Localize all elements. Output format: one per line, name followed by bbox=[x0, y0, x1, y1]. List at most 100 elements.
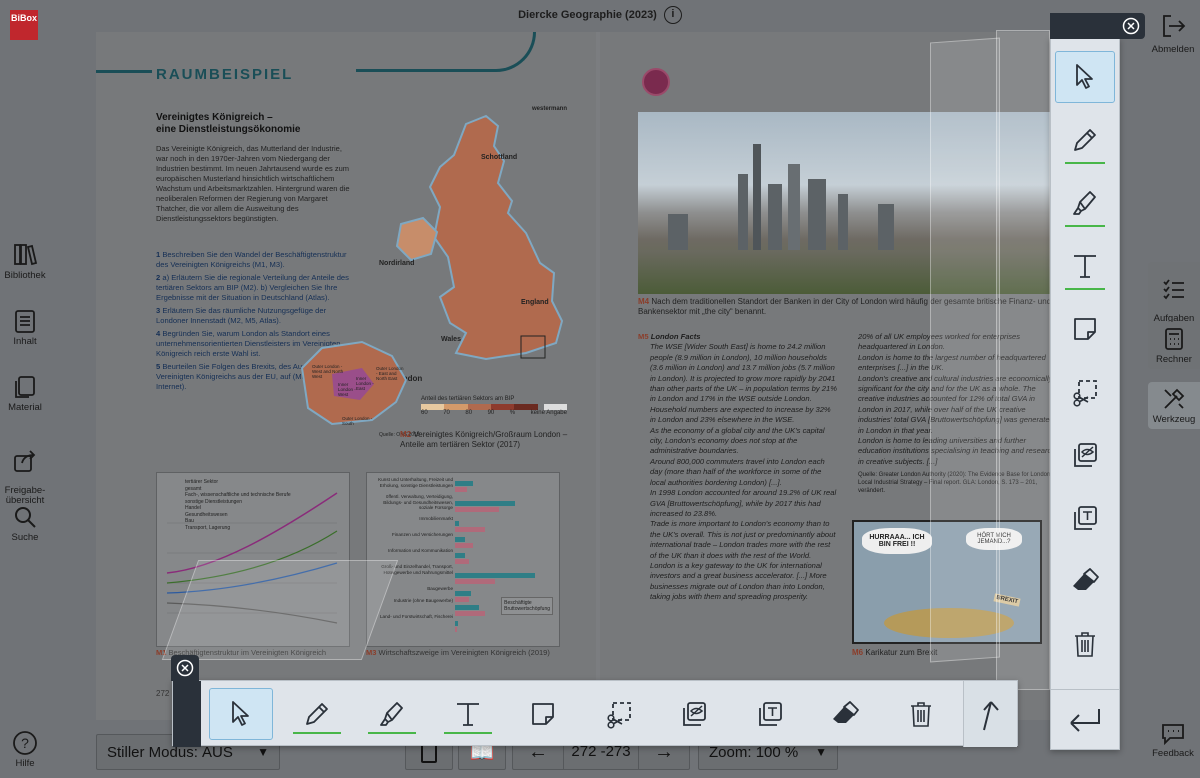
trash-icon bbox=[1075, 632, 1095, 657]
nav-share[interactable]: Freigabe- übersicht bbox=[0, 438, 50, 506]
close-icon bbox=[176, 659, 194, 677]
calculator-button[interactable]: Rechner bbox=[1148, 322, 1200, 369]
nav-contents[interactable]: Inhalt bbox=[0, 308, 50, 347]
tool-select-button[interactable] bbox=[1055, 51, 1115, 103]
tool-note-button[interactable] bbox=[1055, 303, 1115, 355]
tool-delete-button[interactable] bbox=[889, 688, 953, 740]
close-toolbar-button[interactable] bbox=[1117, 13, 1145, 39]
task-item: 2 a) Erläutern Sie die regionale Verteil… bbox=[156, 273, 352, 303]
map-legend: Anteil des tertiären Sektors am BIP 60 7… bbox=[421, 396, 567, 416]
svg-text:?: ? bbox=[21, 735, 29, 751]
sticky-note-icon bbox=[532, 703, 554, 725]
london-label-south: Outer London - South bbox=[342, 416, 373, 426]
m6-label: M6 bbox=[852, 648, 864, 657]
london-facts-heading: M5 London Facts bbox=[638, 332, 838, 342]
legend-entry: Transport, Lagerung bbox=[185, 524, 231, 531]
tool-delete-button[interactable] bbox=[1055, 618, 1115, 670]
tool-eraser-button[interactable] bbox=[813, 688, 877, 740]
m2-label: M2 bbox=[400, 430, 412, 439]
task-number: 5 bbox=[156, 362, 161, 371]
heading-line-1: Vereinigtes Königreich – bbox=[156, 112, 273, 123]
cursor-icon bbox=[1076, 64, 1093, 89]
dock-toolbar-return-button[interactable] bbox=[1051, 689, 1119, 749]
highlighter-icon bbox=[1073, 191, 1096, 215]
map-legend-title: Anteil des tertiären Sektors am BIP bbox=[421, 396, 515, 402]
media-link-icon[interactable] bbox=[642, 68, 670, 96]
tool-pen-button[interactable] bbox=[1055, 114, 1115, 166]
tool-cut-button[interactable] bbox=[587, 688, 651, 740]
logout-icon bbox=[1163, 15, 1186, 37]
tool-highlighter-button[interactable] bbox=[1055, 177, 1115, 229]
calculator-icon bbox=[1165, 328, 1183, 350]
toolbar-drag-ghost bbox=[996, 30, 1050, 690]
info-icon[interactable]: i bbox=[663, 6, 682, 24]
tool-cut-button[interactable] bbox=[1055, 366, 1115, 418]
tools-button[interactable]: Werkzeug bbox=[1148, 382, 1200, 429]
calculator-label: Rechner bbox=[1156, 354, 1192, 365]
nav-material[interactable]: Material bbox=[0, 374, 50, 413]
hide-area-icon bbox=[683, 702, 706, 726]
drag-handle[interactable] bbox=[1050, 13, 1118, 39]
task-text: Beschreiben Sie den Wandel der Beschäfti… bbox=[156, 250, 347, 269]
header-line bbox=[96, 70, 152, 73]
color-indicator bbox=[292, 732, 341, 734]
feedback-icon bbox=[1162, 724, 1184, 746]
task-number: 2 bbox=[156, 273, 161, 282]
article-heading: Vereinigtes Königreich – eine Dienstleis… bbox=[156, 112, 300, 136]
tool-mask-button[interactable] bbox=[662, 688, 726, 740]
sticky-note-icon bbox=[1074, 318, 1096, 340]
highlighter-icon bbox=[380, 702, 403, 726]
nav-search-label: Suche bbox=[11, 532, 39, 543]
close-toolbar-button[interactable] bbox=[171, 655, 199, 681]
m5-title: London Facts bbox=[650, 332, 701, 341]
fact-item: In 1998 London accounted for around 19.2… bbox=[650, 488, 837, 518]
chevron-down-icon: ▼ bbox=[815, 745, 827, 759]
m3-legend: Beschäftigte Bruttowertschöpfung bbox=[501, 597, 553, 615]
m3-caption-text: Wirtschaftszweige im Vereinigten Königre… bbox=[378, 648, 550, 657]
dock-toolbar-button[interactable] bbox=[963, 681, 1017, 747]
m2-caption: M2 Vereinigtes Königreich/Großraum Londo… bbox=[400, 430, 570, 450]
logout-button[interactable]: Abmelden bbox=[1148, 12, 1198, 55]
tool-note-button[interactable] bbox=[511, 688, 575, 740]
legend-value: 90 bbox=[487, 410, 495, 416]
nav-help[interactable]: ? Hilfe bbox=[0, 730, 50, 769]
legend-value: 80 bbox=[465, 410, 473, 416]
tools-label: Werkzeug bbox=[1152, 414, 1196, 425]
feedback-button[interactable]: Feedback bbox=[1148, 722, 1198, 759]
color-indicator bbox=[1065, 225, 1105, 227]
task-text: Erläutern Sie das räumliche Nutzungsgefü… bbox=[156, 306, 327, 325]
nav-contents-label: Inhalt bbox=[13, 336, 37, 347]
tool-pen-button[interactable] bbox=[285, 688, 349, 740]
logout-label: Abmelden bbox=[1151, 44, 1195, 55]
london-label-east: Outer London - East and North East bbox=[376, 366, 404, 381]
m4-label: M4 bbox=[638, 297, 650, 306]
nav-search[interactable]: Suche bbox=[0, 504, 50, 543]
trash-icon bbox=[910, 702, 931, 727]
tool-text-button[interactable] bbox=[436, 688, 500, 740]
pen-icon bbox=[305, 703, 328, 725]
task-text: a) Erläutern Sie die regionale Verteilun… bbox=[156, 273, 349, 302]
legend-value: 70 bbox=[443, 410, 450, 416]
tool-text-button[interactable] bbox=[1055, 240, 1115, 292]
tool-highlighter-button[interactable] bbox=[360, 688, 424, 740]
tool-textbox-button[interactable] bbox=[1055, 492, 1115, 544]
chevron-down-icon: ▼ bbox=[257, 745, 269, 759]
color-indicator bbox=[1065, 288, 1105, 290]
intro-text: Das Vereinigte Königreich, das Mutterlan… bbox=[156, 144, 350, 223]
scissors-icon bbox=[606, 702, 631, 729]
map-label-wales: Wales bbox=[441, 336, 461, 343]
heading-line-2: eine Dienstleistungsökonomie bbox=[156, 124, 301, 135]
text-icon bbox=[1074, 255, 1096, 278]
task-list-icon bbox=[1163, 279, 1184, 300]
tool-textbox-button[interactable] bbox=[738, 688, 802, 740]
material-icon bbox=[15, 376, 35, 398]
tool-select-button[interactable] bbox=[209, 688, 273, 740]
drag-handle[interactable] bbox=[173, 681, 201, 747]
tool-eraser-button[interactable] bbox=[1055, 555, 1115, 607]
book-title-bar: Diercke Geographie (2023) i bbox=[0, 6, 1200, 24]
task-number: 4 bbox=[156, 329, 161, 338]
nav-library[interactable]: Bibliothek bbox=[0, 242, 50, 281]
london-facts-col1: M5 London Facts The WSE [Wider South Eas… bbox=[638, 332, 838, 603]
tool-mask-button[interactable] bbox=[1055, 429, 1115, 481]
search-icon bbox=[15, 507, 36, 528]
